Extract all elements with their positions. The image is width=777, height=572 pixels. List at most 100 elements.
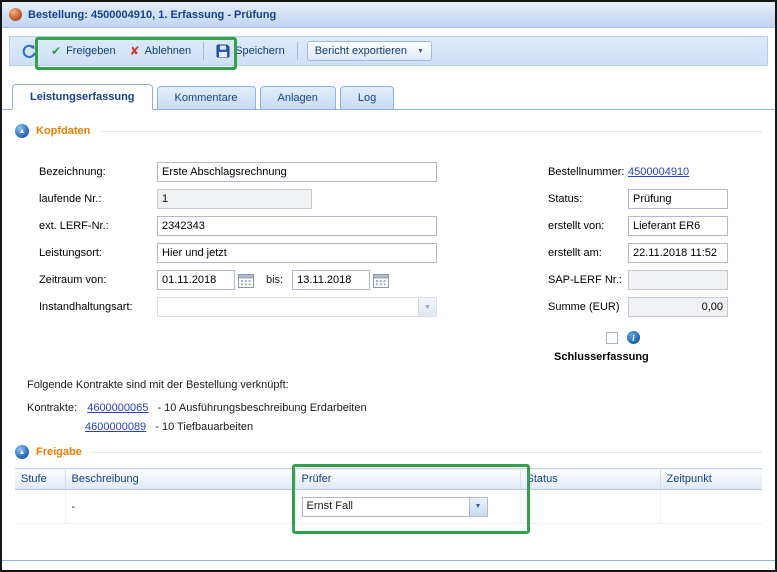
column-header-status[interactable]: Status bbox=[520, 469, 660, 490]
tab-label: Anlagen bbox=[278, 92, 318, 104]
calendar-icon[interactable] bbox=[238, 273, 254, 288]
tab-leistungserfassung[interactable]: Leistungserfassung bbox=[12, 84, 153, 110]
schlusserfassung-checkbox[interactable] bbox=[606, 332, 618, 344]
kontrakt-link[interactable]: 4600000065 bbox=[87, 402, 148, 414]
bezeichnung-label: Bezeichnung: bbox=[39, 166, 157, 178]
chevron-down-icon: ▼ bbox=[417, 48, 424, 55]
leistungsort-label: Leistungsort: bbox=[39, 247, 157, 259]
ablehnen-label: Ablehnen bbox=[145, 45, 192, 57]
column-header-stufe[interactable]: Stufe bbox=[15, 469, 65, 490]
status-field bbox=[628, 189, 728, 209]
refresh-button[interactable] bbox=[15, 41, 44, 62]
laufende-nr-input bbox=[157, 189, 312, 209]
pruefer-selected-value: Ernst Fall bbox=[303, 498, 469, 516]
kopfdaten-left-column: Bezeichnung: laufende Nr.: ext. LERF-Nr.… bbox=[15, 162, 465, 363]
erstellt-am-field bbox=[628, 243, 728, 263]
titlebar: Bestellung: 4500004910, 1. Erfassung - P… bbox=[2, 2, 775, 28]
kontrakt-beschreibung: - 10 Tiefbauarbeiten bbox=[155, 421, 253, 433]
erstellt-von-label: erstellt von: bbox=[548, 220, 628, 232]
leistungsort-input[interactable] bbox=[157, 243, 437, 263]
app-icon bbox=[9, 8, 22, 21]
tab-kommentare[interactable]: Kommentare bbox=[157, 86, 256, 109]
kopfdaten-right-column: Bestellnummer: 4500004910 Status: erstel… bbox=[548, 162, 756, 363]
summe-field bbox=[628, 297, 728, 317]
approve-check-icon: ✔ bbox=[51, 45, 61, 57]
kopfdaten-form: Bezeichnung: laufende Nr.: ext. LERF-Nr.… bbox=[15, 162, 762, 363]
tabstrip: Leistungserfassung Kommentare Anlagen Lo… bbox=[2, 83, 775, 110]
kopfdaten-section-header: ▲ Kopfdaten bbox=[15, 124, 762, 138]
bezeichnung-input[interactable] bbox=[157, 162, 437, 182]
window-title: Bestellung: 4500004910, 1. Erfassung - P… bbox=[28, 9, 276, 21]
ext-lerf-nr-input[interactable] bbox=[157, 216, 437, 236]
collapse-arrow-icon[interactable]: ▲ bbox=[15, 124, 29, 138]
freigeben-button[interactable]: ✔ Freigeben bbox=[44, 42, 123, 60]
kontrakte-block: Folgende Kontrakte sind mit der Bestellu… bbox=[15, 379, 762, 433]
collapse-arrow-icon[interactable]: ▲ bbox=[15, 445, 29, 459]
pruefer-select[interactable]: Ernst Fall ▼ bbox=[302, 497, 488, 517]
summe-label: Summe (EUR) bbox=[548, 301, 628, 313]
column-header-pruefer[interactable]: Prüfer bbox=[295, 469, 520, 490]
save-disk-icon bbox=[216, 44, 230, 58]
ext-lerf-nr-label: ext. LERF-Nr.: bbox=[39, 220, 157, 232]
bestellnummer-link[interactable]: 4500004910 bbox=[628, 166, 689, 178]
bestellnummer-label: Bestellnummer: bbox=[548, 166, 628, 178]
speichern-button[interactable]: Speichern bbox=[209, 41, 292, 61]
chevron-down-icon: ▼ bbox=[418, 298, 436, 316]
app-window: Bestellung: 4500004910, 1. Erfassung - P… bbox=[0, 0, 777, 572]
zeitraum-bis-input[interactable] bbox=[292, 270, 370, 290]
instandhaltungsart-label: Instandhaltungsart: bbox=[39, 301, 157, 313]
column-header-beschreibung[interactable]: Beschreibung bbox=[65, 469, 295, 490]
table-row: - Ernst Fall ▼ bbox=[15, 490, 762, 524]
kontrakt-beschreibung: - 10 Ausführungsbeschreibung Erdarbeiten bbox=[157, 402, 366, 414]
sap-lerf-nr-field bbox=[628, 270, 728, 290]
kopfdaten-section-title: Kopfdaten bbox=[36, 125, 90, 137]
info-icon[interactable]: i bbox=[627, 331, 640, 344]
kontrakte-intro: Folgende Kontrakte sind mit der Bestellu… bbox=[27, 379, 762, 391]
instandhaltungsart-select: ▼ bbox=[157, 297, 437, 317]
freigeben-label: Freigeben bbox=[66, 45, 116, 57]
kontrakt-link[interactable]: 4600000089 bbox=[85, 421, 146, 433]
cell-stufe bbox=[15, 490, 65, 524]
refresh-icon bbox=[22, 44, 37, 59]
status-label: Status: bbox=[548, 193, 628, 205]
bericht-label: Bericht exportieren bbox=[315, 45, 407, 57]
cell-pruefer: Ernst Fall ▼ bbox=[295, 490, 520, 524]
laufende-nr-label: laufende Nr.: bbox=[39, 193, 157, 205]
zeitraum-von-input[interactable] bbox=[157, 270, 235, 290]
cell-zeitpunkt bbox=[660, 490, 762, 524]
speichern-label: Speichern bbox=[235, 45, 285, 57]
schlusserfassung-group: i Schlusserfassung bbox=[548, 331, 756, 363]
bericht-exportieren-button[interactable]: Bericht exportieren ▼ bbox=[307, 41, 432, 61]
tab-label: Log bbox=[358, 92, 376, 104]
cell-beschreibung: - bbox=[65, 490, 295, 524]
calendar-icon[interactable] bbox=[373, 273, 389, 288]
bis-label: bis: bbox=[266, 274, 283, 286]
zeitraum-von-label: Zeitraum von: bbox=[39, 274, 157, 286]
cell-status bbox=[520, 490, 660, 524]
section-divider bbox=[99, 131, 762, 132]
chevron-down-icon: ▼ bbox=[469, 498, 487, 516]
reject-x-icon: ✘ bbox=[130, 45, 140, 57]
tab-label: Leistungserfassung bbox=[30, 91, 135, 103]
section-divider bbox=[91, 452, 762, 453]
tab-anlagen[interactable]: Anlagen bbox=[260, 86, 336, 109]
toolbar-separator bbox=[297, 42, 298, 60]
freigabe-section-header: ▲ Freigabe bbox=[15, 445, 762, 459]
erstellt-von-field bbox=[628, 216, 728, 236]
schlusserfassung-label: Schlusserfassung bbox=[548, 351, 756, 363]
sap-lerf-nr-label: SAP-LERF Nr.: bbox=[548, 274, 628, 286]
tab-body-leistungserfassung: ▲ Kopfdaten Bezeichnung: laufende Nr.: e… bbox=[2, 110, 775, 524]
toolbar: ✔ Freigeben ✘ Ablehnen Speichern Bericht… bbox=[9, 36, 768, 66]
toolbar-separator bbox=[203, 42, 204, 60]
panel-bottom-border bbox=[2, 560, 775, 561]
tab-label: Kommentare bbox=[175, 92, 238, 104]
freigabe-grid: Stufe Beschreibung Prüfer Status Zeitpun… bbox=[15, 468, 762, 524]
combo-value bbox=[158, 298, 418, 316]
kontrakte-label: Kontrakte: bbox=[27, 402, 77, 414]
freigabe-section-title: Freigabe bbox=[36, 446, 82, 458]
tab-log[interactable]: Log bbox=[340, 86, 394, 109]
grid-header-row: Stufe Beschreibung Prüfer Status Zeitpun… bbox=[15, 469, 762, 490]
erstellt-am-label: erstellt am: bbox=[548, 247, 628, 259]
column-header-zeitpunkt[interactable]: Zeitpunkt bbox=[660, 469, 762, 490]
ablehnen-button[interactable]: ✘ Ablehnen bbox=[123, 42, 199, 60]
